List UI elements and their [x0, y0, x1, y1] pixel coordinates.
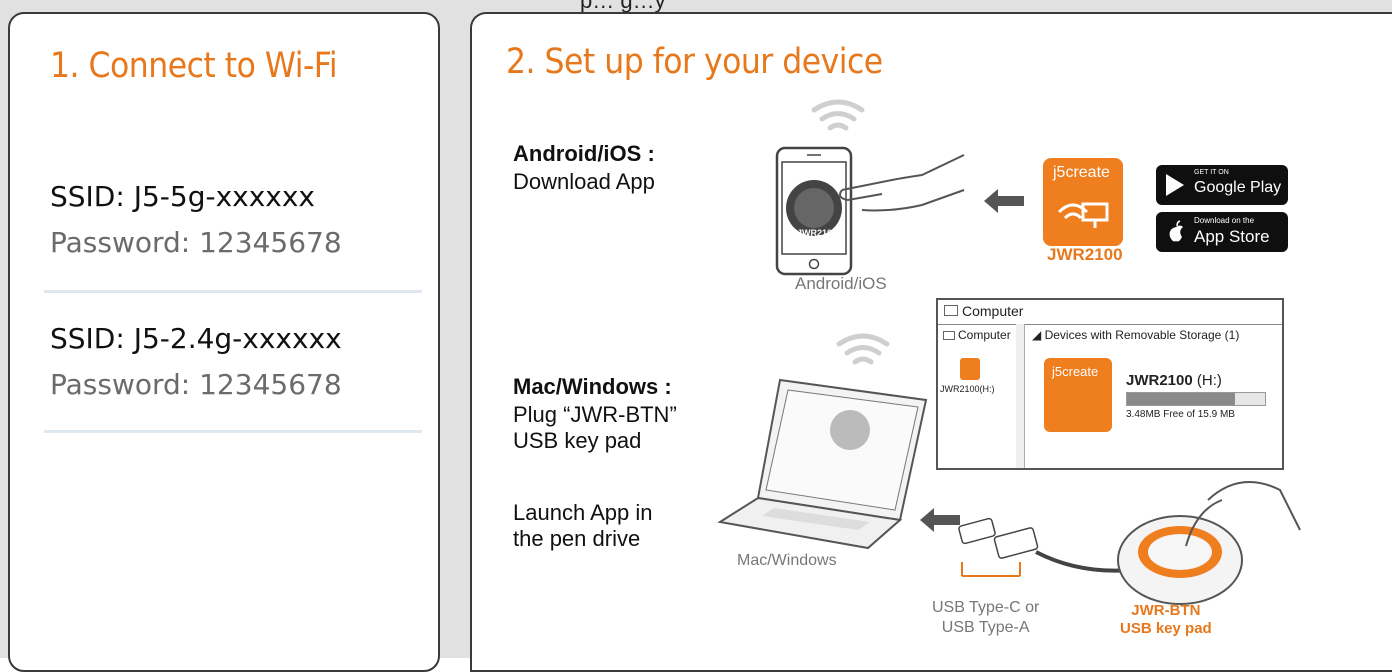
drive-usage-fill [1127, 393, 1235, 405]
google-play-label: Google Play [1194, 179, 1282, 196]
arrow-left-icon [984, 189, 1024, 213]
explorer-title: Computer [962, 303, 1024, 319]
drive-mini-icon [960, 358, 980, 380]
sidebar-drive[interactable]: JWR2100(H:) [940, 384, 995, 394]
explorer-sidebar: Computer JWR2100(H:) [938, 324, 1017, 468]
section-header: ◢ Devices with Removable Storage (1) [1032, 328, 1240, 342]
mobile-instruction: Download App [513, 169, 655, 194]
divider [44, 430, 422, 433]
keypad-caption: JWR-BTN USB key pad [1120, 602, 1212, 637]
explorer-titlebar: Computer [938, 300, 1282, 325]
app-icon: j5create [1043, 158, 1123, 246]
google-play-small: GET IT ON [1194, 169, 1229, 176]
apple-icon [1169, 220, 1183, 242]
drive-name: JWR2100 (H:) [1126, 372, 1222, 389]
divider [44, 290, 422, 293]
play-icon [1166, 174, 1184, 196]
laptop-icon [717, 378, 928, 550]
desktop-heading: Mac/Windows : [513, 374, 672, 399]
hand-icon [839, 154, 965, 212]
setup-panel-title: 2. Set up for your device [506, 42, 883, 82]
mobile-heading: Android/iOS : [513, 141, 655, 166]
password-2-4g: Password: 12345678 [50, 368, 342, 401]
ssid-2-4g: SSID: J5-2.4g-xxxxxx [50, 322, 342, 355]
wifi-panel: 1. Connect to Wi-Fi SSID: J5-5g-xxxxxx P… [8, 12, 440, 672]
password-5g: Password: 12345678 [50, 226, 342, 259]
app-name: JWR2100 [1047, 245, 1123, 264]
wifi-icon [811, 99, 865, 131]
desktop-instruction-2: USB key pad [513, 428, 642, 453]
sidebar-scrollbar[interactable] [1016, 324, 1025, 468]
computer-icon [944, 305, 958, 316]
launch-instruction-1: Launch App in [513, 500, 653, 525]
explorer-window: Computer Computer JWR2100(H:) ◢ Devices … [936, 298, 1284, 470]
app-store-button[interactable]: Download on the App Store [1156, 212, 1288, 252]
desktop-instruction-1: Plug “JWR-BTN” [513, 402, 677, 427]
wifi-panel-title: 1. Connect to Wi-Fi [50, 46, 338, 86]
laptop-caption: Mac/Windows [737, 552, 837, 569]
launch-instruction-2: the pen drive [513, 526, 641, 551]
app-brand: j5create [1053, 164, 1110, 181]
drive-free: 3.48MB Free of 15.9 MB [1126, 409, 1235, 420]
phone-caption: Android/iOS [795, 274, 887, 293]
ssid-5g: SSID: J5-5g-xxxxxx [50, 180, 315, 213]
drive-icon-brand: j5create [1052, 364, 1099, 379]
google-play-button[interactable]: GET IT ON Google Play [1156, 165, 1288, 205]
app-store-small: Download on the [1194, 216, 1255, 225]
drive-icon[interactable]: j5create [1044, 358, 1112, 432]
app-store-label: App Store [1194, 227, 1270, 246]
computer-icon [943, 331, 955, 340]
drive-usage-bar [1126, 392, 1266, 406]
wifi-icon [836, 333, 890, 365]
wifi-display-icon [1057, 202, 1109, 228]
usb-caption: USB Type-C or USB Type-A [932, 599, 1040, 636]
sidebar-item-computer[interactable]: Computer [958, 328, 1011, 342]
